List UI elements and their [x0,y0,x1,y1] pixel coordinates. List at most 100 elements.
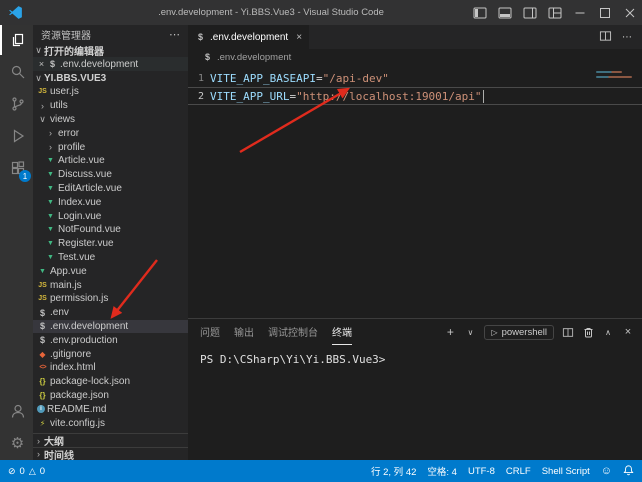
kill-terminal-icon[interactable] [582,326,594,338]
code-line-1[interactable]: 1VITE_APP_BASEAPI="/api-dev" [188,69,642,87]
tree-item-Discuss.vue[interactable]: ▼Discuss.vue [33,168,188,182]
env-file-icon: $ [37,321,48,331]
maximize-window-icon[interactable] [592,0,617,25]
extensions-badge: 1 [19,170,31,182]
open-editor-item-.env.development[interactable]: ×$.env.development [33,57,188,71]
terminal-profile-dropdown-icon[interactable]: ∨ [464,328,476,337]
more-actions-icon[interactable]: ⋯ [622,32,632,43]
code-line-2[interactable]: 2VITE_APP_URL="http://localhost:19001/ap… [188,87,642,105]
indentation[interactable]: 空格: 4 [427,464,457,478]
tree-item-main.js[interactable]: JSmain.js [33,278,188,292]
source-control-icon[interactable] [0,89,33,119]
settings-gear-icon[interactable]: ⚙ [0,428,33,458]
html-file-icon: <> [37,364,48,371]
vue-file-icon: ▼ [45,240,56,247]
panel-tab-问题[interactable]: 问题 [200,319,220,345]
account-icon[interactable] [0,396,33,426]
tree-item-package-lock.json[interactable]: {}package-lock.json [33,375,188,389]
tree-item-.env.production[interactable]: $.env.production [33,333,188,347]
tree-item-profile[interactable]: ›profile [33,140,188,154]
tree-item-utils[interactable]: ›utils [33,99,188,113]
tree-item-index.html[interactable]: <>index.html [33,361,188,375]
panel-tab-输出[interactable]: 输出 [234,319,254,345]
vue-file-icon: ▼ [45,185,56,192]
tree-item-views[interactable]: ∨views [33,113,188,127]
encoding[interactable]: UTF-8 [468,466,495,477]
vscode-logo-icon[interactable] [8,5,23,20]
maximize-panel-icon[interactable]: ∧ [602,328,614,337]
env-file-icon: $ [37,308,48,318]
minimap[interactable] [596,71,634,81]
new-terminal-icon[interactable]: + [444,325,456,339]
tree-item-error[interactable]: ›error [33,126,188,140]
extensions-icon[interactable]: 1 [0,153,33,183]
breadcrumb[interactable]: $ .env.development [188,49,642,65]
close-window-icon[interactable] [617,0,642,25]
close-tab-icon[interactable]: × [296,32,302,43]
project-section-header[interactable]: ∨ YI.BBS.VUE3 [33,71,188,85]
tree-item-README.md[interactable]: iREADME.md [33,402,188,416]
timeline-section-header[interactable]: › 时间线 [33,447,188,460]
window-title: .env.development - Yi.BBS.Vue3 - Visual … [90,0,452,25]
notifications-bell-icon[interactable] [623,464,634,479]
js-file-icon: JS [37,88,48,95]
toggle-panel-icon[interactable] [492,0,517,25]
tree-item-EditArticle.vue[interactable]: ▼EditArticle.vue [33,182,188,196]
close-editor-icon[interactable]: × [36,59,47,69]
file-name: vite.config.js [50,418,105,429]
terminal-output[interactable]: PS D:\CSharp\Yi\Yi.BBS.Vue3> [188,345,642,460]
cursor-position[interactable]: 行 2, 列 42 [371,464,416,478]
activity-bar: 1 ⚙ [0,25,33,460]
search-icon[interactable] [0,57,33,87]
vue-file-icon: ▼ [45,157,56,164]
split-terminal-icon[interactable] [562,327,574,338]
timeline-label: 时间线 [44,447,74,461]
language-mode[interactable]: Shell Script [542,466,590,477]
outline-section-header[interactable]: › 大纲 [33,433,188,447]
tree-item-user.js[interactable]: JSuser.js [33,85,188,99]
terminal-tab-powershell[interactable]: ▷ powershell [484,325,554,340]
toggle-sidebar-icon[interactable] [467,0,492,25]
run-debug-icon[interactable] [0,121,33,151]
tree-item-.env[interactable]: $.env [33,306,188,320]
tree-item-.env.development[interactable]: $.env.development [33,320,188,334]
toggle-secondary-sidebar-icon[interactable] [517,0,542,25]
sidebar-more-actions-icon[interactable]: ⋯ [169,28,180,41]
file-name: README.md [47,404,106,415]
json-file-icon: {} [37,377,48,386]
workbench: 1 ⚙ 资源管理器 ⋯ ∨ 打开的编辑器 ×$.env.development … [0,25,642,460]
file-name: Article.vue [58,155,105,166]
panel-tab-调试控制台[interactable]: 调试控制台 [268,319,318,345]
minimize-window-icon[interactable] [567,0,592,25]
tree-item-Article.vue[interactable]: ▼Article.vue [33,154,188,168]
file-name: Test.vue [58,252,95,263]
explorer-icon[interactable] [0,25,33,55]
customize-layout-icon[interactable] [542,0,567,25]
tree-item-Test.vue[interactable]: ▼Test.vue [33,251,188,265]
tree-item-Register.vue[interactable]: ▼Register.vue [33,237,188,251]
feedback-smiley-icon[interactable]: ☺ [601,465,612,477]
terminal-prompt: PS D:\CSharp\Yi\Yi.BBS.Vue3> [200,353,385,366]
code-token: "http://localhost:19001/api" [296,90,481,103]
file-tree: JSuser.js›utils∨views›error›profile▼Arti… [33,85,188,433]
tree-item-package.json[interactable]: {}package.json [33,389,188,403]
tree-item-Index.vue[interactable]: ▼Index.vue [33,195,188,209]
sidebar-title: 资源管理器 ⋯ [33,25,188,43]
tree-item-App.vue[interactable]: ▼App.vue [33,264,188,278]
editor-tab-env-development[interactable]: $ .env.development × [188,25,309,49]
open-editors-header[interactable]: ∨ 打开的编辑器 [33,43,188,57]
tree-item-permission.js[interactable]: JSpermission.js [33,292,188,306]
tree-item-.gitignore[interactable]: ◆.gitignore [33,347,188,361]
split-editor-icon[interactable] [599,30,612,45]
tree-item-Login.vue[interactable]: ▼Login.vue [33,209,188,223]
eol-sequence[interactable]: CRLF [506,466,531,477]
tree-item-vite.config.js[interactable]: ⚡vite.config.js [33,416,188,430]
chevron-expanded-icon: ∨ [37,114,48,125]
problems-status[interactable]: ⊘ 0 △ 0 [8,466,45,477]
error-icon: ⊘ [8,466,16,477]
code-editor[interactable]: 1VITE_APP_BASEAPI="/api-dev"2VITE_APP_UR… [188,65,642,318]
panel-tab-终端[interactable]: 终端 [332,319,352,345]
close-panel-icon[interactable]: × [622,326,634,338]
panel-tabs: 问题输出调试控制台终端 [200,319,366,345]
tree-item-NotFound.vue[interactable]: ▼NotFound.vue [33,223,188,237]
